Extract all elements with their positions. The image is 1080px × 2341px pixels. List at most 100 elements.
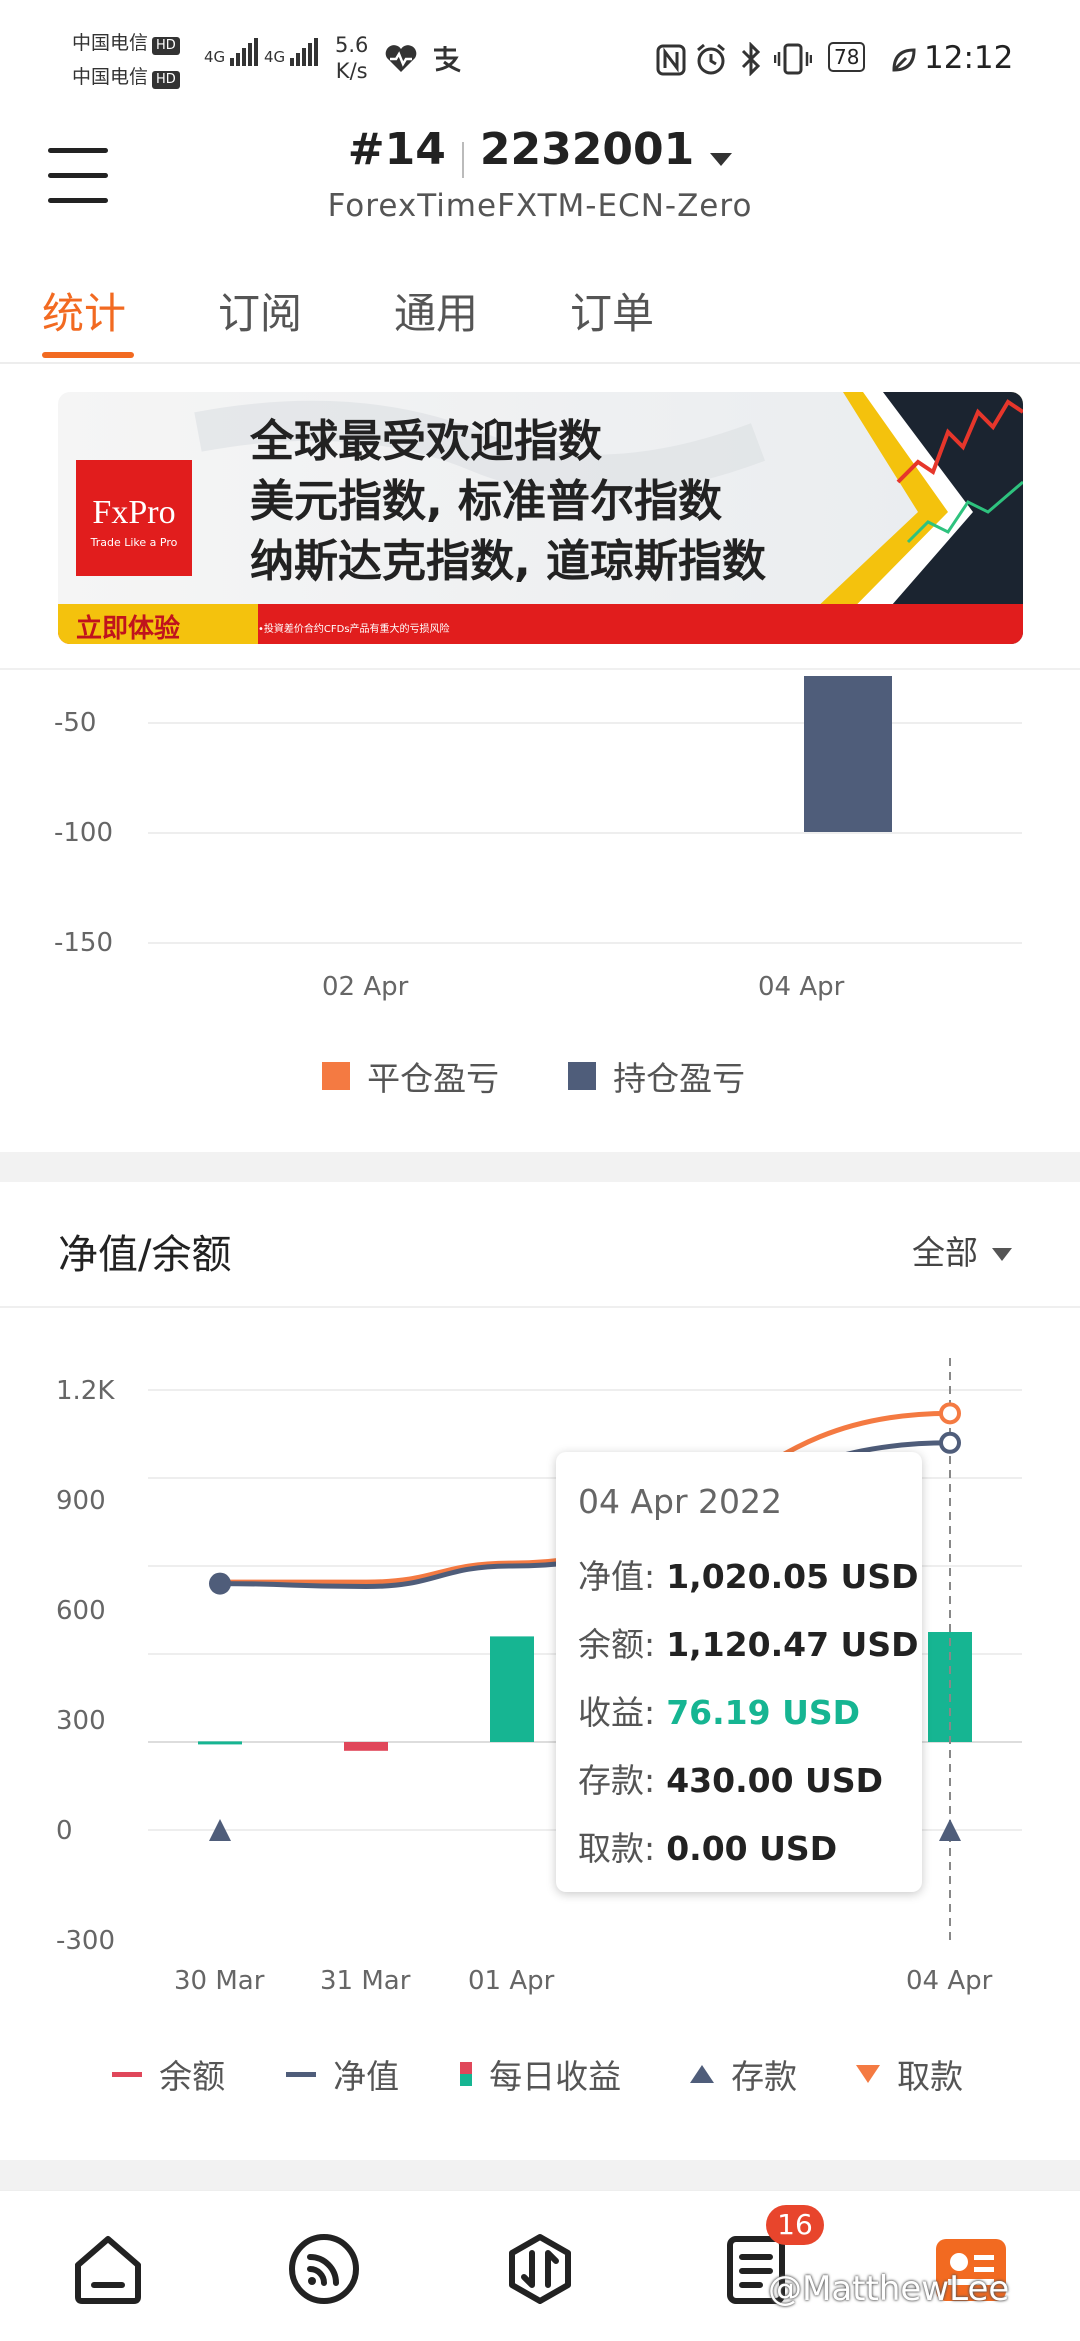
deposit-triangle-icon [690,2065,714,2083]
legend-deposit[interactable]: 存款 [690,2050,797,2098]
banner-line-3: 纳斯达克指数, 道琼斯指数 [250,536,767,587]
clock-time: 12:12 [924,40,1014,76]
vibrate-icon [774,43,812,75]
tooltip-row-withdrawal: 取款: 0.00 USD [578,1822,837,1870]
network-2: 4G [264,38,320,66]
net-speed-unit: K/s [335,59,368,83]
legend-swatch [286,2071,316,2077]
account-selector[interactable]: #14 2232001 [0,124,1080,178]
legend-label: 持仓盈亏 [613,1059,746,1098]
x-tick-label: 30 Mar [174,1966,265,1996]
legend-label: 每日收益 [489,2057,622,2096]
health-icon [385,45,417,72]
account-number: 2232001 [479,124,695,175]
legend-daily-profit[interactable]: 每日收益 [460,2050,621,2098]
legend-label: 净值 [333,2057,400,2096]
dropdown-caret-icon [710,153,733,166]
tab-general[interactable]: 通用 [394,280,478,341]
y-tick-label: -50 [54,708,97,738]
status-bar: 中国电信 HD 中国电信 HD 4G 4G 5.6 K/s 78 12:12 [0,0,1080,120]
section-title-equity-balance: 净值/余额 [58,1232,232,1278]
x-tick-label: 02 Apr [322,972,409,1002]
alarm-icon [697,43,725,75]
withdrawal-triangle-icon [856,2065,880,2083]
x-tick-label: 04 Apr [906,1966,993,1996]
legend-swatch [112,2071,142,2077]
legend-swatch [460,2062,472,2086]
feed-icon[interactable] [286,2231,362,2307]
banner-cta[interactable]: 立即体验 [76,608,180,644]
gridline [148,832,1022,834]
section-separator [0,1152,1080,1182]
fxpro-logo: FxPro Trade Like a Pro [76,460,192,576]
pnl-chart: -50 -100 -150 02 Apr 04 Apr 平仓盈亏 持仓盈亏 [0,672,1080,1152]
promo-banner[interactable]: FxPro Trade Like a Pro 全球最受欢迎指数 美元指数, 标准… [58,392,1023,644]
legend-balance[interactable]: 余额 [112,2050,225,2098]
balance-end-point [939,1402,961,1425]
pnl-legend-floating[interactable]: 持仓盈亏 [568,1052,745,1100]
hd-badge: HD [152,71,180,89]
carrier-line-2: 中国电信 HD [72,62,180,92]
net-speed: 5.6 K/s [335,32,368,84]
network-type: 4G [264,48,286,66]
tooltip-date: 04 Apr 2022 [578,1482,783,1521]
tab-subscriptions[interactable]: 订阅 [218,280,302,341]
net-speed-value: 5.6 [335,33,369,57]
eco-leaf-icon [892,48,916,72]
tooltip-row-balance: 余额: 1,120.47 USD [578,1618,919,1666]
signal-icon [289,38,320,66]
legend-swatch [322,1062,350,1090]
hd-badge: HD [152,37,180,55]
account-index: #14 [347,124,446,175]
title-divider [461,141,464,178]
carrier-line-1: 中国电信 HD [72,28,180,58]
range-filter-dropdown[interactable]: 全部 [912,1226,1012,1274]
tab-divider [0,362,1080,364]
y-tick-label: -150 [54,928,114,958]
trade-icon[interactable] [502,2231,578,2307]
battery-level: 78 [828,42,866,72]
fxpro-logo-tagline: Trade Like a Pro [90,536,178,549]
tooltip-value: 76.19 USD [666,1693,861,1732]
active-tab-indicator [42,352,134,358]
alipay-icon [434,46,461,73]
equity-end-point [939,1431,961,1454]
equity-start-point [209,1572,231,1595]
x-tick-label: 31 Mar [320,1966,411,1996]
section-header-divider [0,1306,1080,1308]
banner-disclaimer: •投資差价合约CFDs产品有重大的亏损风险 [258,624,450,635]
tooltip-value: 430.00 USD [666,1761,884,1800]
tooltip-row-deposit: 存款: 430.00 USD [578,1754,883,1802]
carrier-name-2: 中国电信 [72,66,149,88]
battery-indicator: 78 [828,42,866,72]
legend-swatch [568,1062,596,1090]
server-name: ForexTimeFXTM-ECN-Zero [327,188,753,224]
tooltip-label: 净值: [578,1557,656,1596]
daily-profit-bar [490,1636,534,1742]
bluetooth-icon [741,42,761,76]
tooltip-row-profit: 收益: 76.19 USD [578,1686,860,1734]
app-header: #14 2232001 ForexTimeFXTM-ECN-Zero [0,120,1080,240]
watermark-text: @MatthewLee [768,2269,1010,2309]
tooltip-value: 1,120.47 USD [666,1625,919,1664]
home-icon[interactable] [70,2231,146,2307]
pnl-legend-closed[interactable]: 平仓盈亏 [322,1052,499,1100]
banner-divider [0,668,1080,670]
section-separator [0,2160,1080,2190]
orders-badge: 16 [766,2205,824,2245]
tooltip-value: 1,020.05 USD [666,1557,919,1596]
range-filter-label: 全部 [912,1233,978,1272]
banner-line-1: 全球最受欢迎指数 [250,416,602,467]
banner-headline: 全球最受欢迎指数 美元指数, 标准普尔指数 纳斯达克指数, 道琼斯指数 [250,412,766,592]
legend-label: 取款 [897,2057,964,2096]
legend-label: 余额 [159,2057,226,2096]
tab-statistics[interactable]: 统计 [42,280,126,341]
legend-withdrawal[interactable]: 取款 [856,2050,963,2098]
legend-label: 平仓盈亏 [367,1059,500,1098]
tooltip-label: 收益: [578,1693,656,1732]
gridline [148,942,1022,944]
tooltip-label: 取款: [578,1829,656,1868]
legend-equity[interactable]: 净值 [286,2050,399,2098]
carrier-name-1: 中国电信 [72,32,149,54]
tab-orders[interactable]: 订单 [570,280,654,341]
